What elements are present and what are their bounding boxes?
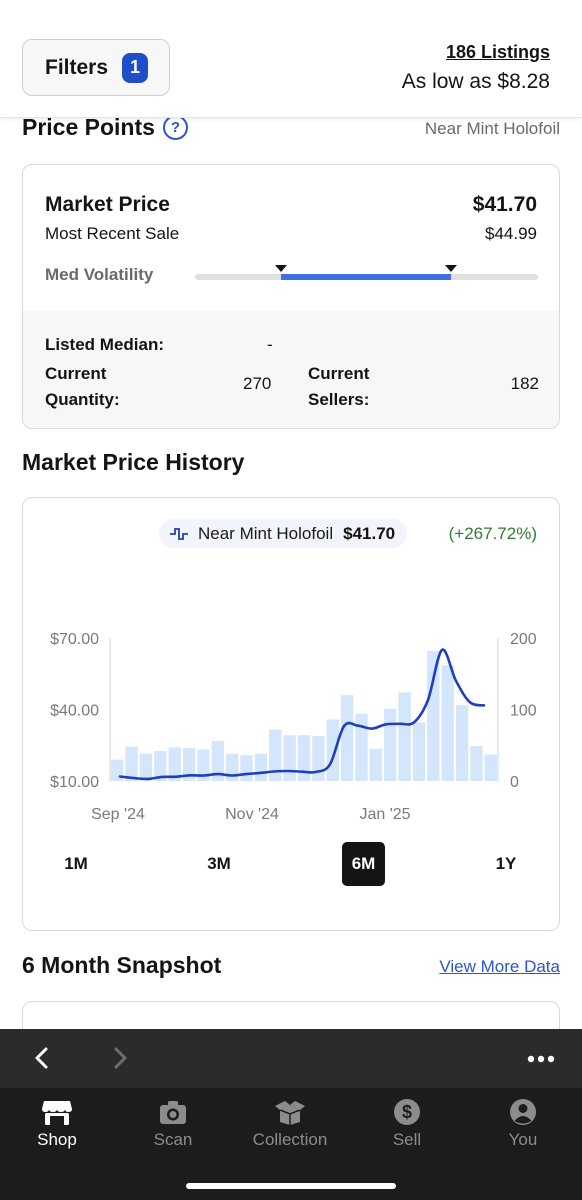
line-series-icon (170, 527, 188, 540)
volume-bar (369, 748, 383, 781)
market-price-card: Market Price $41.70 Most Recent Sale $44… (22, 164, 560, 429)
tab-scan[interactable]: Scan (123, 1098, 223, 1150)
y-left-tick-label: $10.00 (50, 774, 99, 791)
volatility-meter (195, 265, 538, 280)
chevron-right-icon[interactable] (108, 1043, 132, 1073)
price-history-chart: $10.00 $40.00 $70.00 0 100 200 Sep '24 Nov '24 J… (50, 631, 537, 823)
volume-bar (470, 746, 483, 781)
current-sellers-label: Current Sellers: (308, 364, 370, 409)
recent-sale-label: Most Recent Sale (45, 224, 180, 243)
view-more-data-link[interactable]: View More Data (439, 957, 560, 977)
volume-bar (326, 719, 339, 781)
y-right-tick-label: 0 (510, 774, 519, 791)
top-bar: Filters 1 186 Listings As low as $8.28 (0, 0, 582, 118)
y-right-tick-label: 200 (510, 631, 537, 648)
condition-label: Near Mint Holofoil (424, 119, 560, 138)
price-points-title: Price Points (22, 114, 155, 140)
help-circle-icon[interactable]: ? (162, 115, 188, 140)
y-left-tick-label: $70.00 (50, 631, 99, 648)
volume-bar (340, 695, 354, 781)
tab-sell-label: Sell (392, 1130, 422, 1149)
volatility-range-fill (281, 274, 451, 280)
volume-bar (441, 665, 454, 781)
y-left-tick-label: $40.00 (50, 703, 99, 720)
volume-bar (226, 753, 239, 781)
price-points-heading: Price Points ? (22, 114, 188, 141)
collection-box-icon (275, 1101, 305, 1125)
tab-collection[interactable]: Collection (240, 1098, 340, 1150)
volume-bar (398, 692, 411, 781)
home-indicator (186, 1183, 396, 1189)
listings-link[interactable]: 186 Listings (446, 42, 550, 63)
camera-icon (160, 1101, 186, 1124)
tab-shop-label: Shop (37, 1130, 77, 1149)
x-tick-label: Jan '25 (359, 806, 410, 823)
volume-bar (484, 754, 497, 781)
volume-bar (312, 736, 325, 781)
range-selector: 1M 3M 6M 1Y (23, 842, 561, 888)
price-change-percent: (+267.72%) (448, 524, 537, 543)
snapshot-title: 6 Month Snapshot (22, 952, 222, 978)
volume-bar (269, 729, 282, 781)
volume-bar (125, 746, 138, 781)
range-tab-1m[interactable]: 1M (48, 842, 104, 886)
filters-label: Filters (45, 55, 109, 79)
y-right-tick-label: 100 (510, 703, 537, 720)
x-tick-label: Sep '24 (91, 806, 145, 823)
volume-bar (412, 722, 426, 781)
market-price-history-title: Market Price History (22, 449, 245, 475)
range-tab-3m[interactable]: 3M (191, 842, 247, 886)
legend-price: $41.70 (343, 523, 396, 543)
volume-bar (427, 650, 440, 781)
listing-stats: Listed Median: - Current Quantity: 270 C… (23, 311, 559, 428)
filters-count-badge: 1 (122, 52, 149, 83)
volume-bar (297, 735, 311, 781)
volume-bar (455, 705, 469, 781)
volume-bar (240, 755, 253, 781)
dollar-icon: $ (394, 1099, 420, 1125)
range-tab-6m[interactable]: 6M (342, 842, 385, 886)
more-horizontal-icon[interactable] (526, 1047, 556, 1071)
current-quantity-value: 270 (243, 374, 272, 393)
listed-median-value: - (267, 335, 273, 354)
tab-you-label: You (508, 1130, 538, 1149)
volume-bar (355, 713, 368, 781)
shop-icon (42, 1101, 72, 1125)
current-quantity-label: Current Quantity: (45, 364, 120, 409)
volume-bar (139, 753, 153, 781)
user-icon (510, 1099, 536, 1125)
filters-button[interactable]: Filters 1 (22, 39, 170, 96)
x-tick-label: Nov '24 (225, 806, 279, 823)
volume-bar (283, 735, 296, 781)
chart-legend[interactable]: Near Mint Holofoil $41.70 (159, 519, 408, 548)
volume-bar (384, 708, 397, 781)
listed-median-label: Listed Median: (45, 335, 165, 354)
tab-collection-label: Collection (252, 1130, 328, 1149)
volatility-low-marker (275, 265, 287, 272)
market-price-value: $41.70 (472, 193, 537, 216)
browser-toolbar (0, 1029, 582, 1088)
tab-sell[interactable]: $ Sell (357, 1098, 457, 1150)
bottom-tab-bar: Shop Scan Collection $ Sell You (0, 1088, 582, 1200)
volume-bar (254, 753, 268, 781)
recent-sale-value: $44.99 (485, 224, 537, 243)
legend-series-name: Near Mint Holofoil (198, 523, 334, 543)
chevron-left-icon[interactable] (30, 1043, 54, 1073)
range-tab-1y[interactable]: 1Y (478, 842, 534, 886)
svg-text:$: $ (402, 1102, 412, 1122)
lowest-price-text: As low as $8.28 (401, 70, 550, 93)
tab-you[interactable]: You (473, 1098, 573, 1150)
volatility-label: Med Volatility (45, 265, 154, 284)
price-history-card: $10.00 $40.00 $70.00 0 100 200 Sep '24 Nov '24 J… (22, 497, 560, 931)
tab-scan-label: Scan (153, 1130, 193, 1149)
tab-shop[interactable]: Shop (7, 1098, 107, 1150)
volatility-high-marker (445, 265, 457, 272)
current-sellers-value: 182 (510, 374, 539, 393)
market-price-label: Market Price (45, 193, 170, 216)
